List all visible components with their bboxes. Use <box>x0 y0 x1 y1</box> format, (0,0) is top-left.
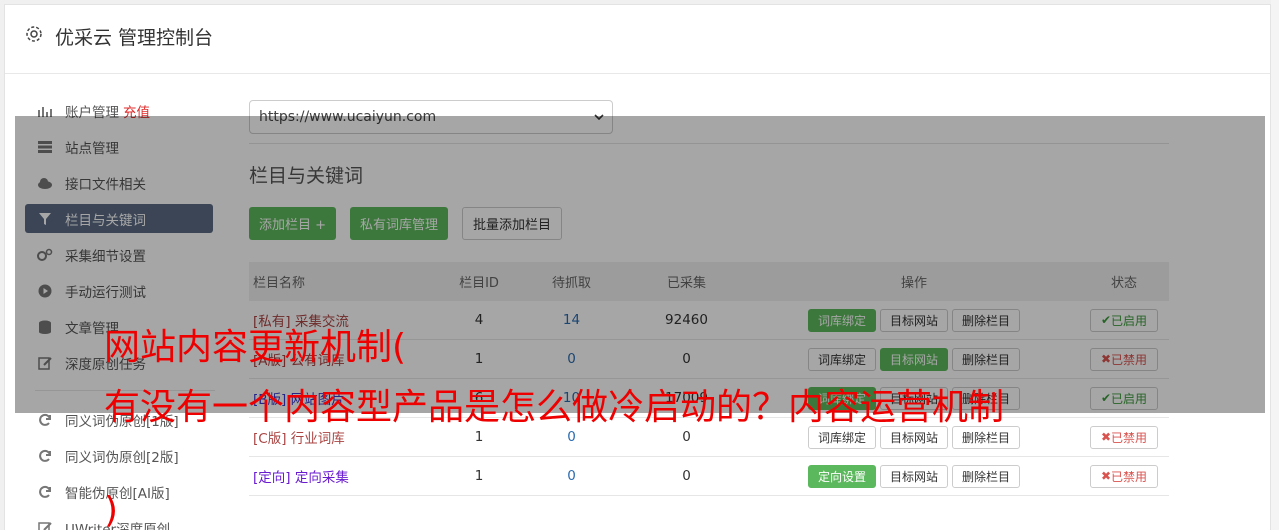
table-row: [定向] 定向采集 1 0 0 定向设置 目标网站 删除栏目 ✖ 已禁用 <box>249 457 1169 496</box>
row-actions: 定向设置 目标网站 删除栏目 <box>749 464 1079 488</box>
target-site-button[interactable]: 目标网站 <box>879 464 948 488</box>
refresh-icon <box>37 484 53 500</box>
overlay-title-line2: 有没有一个内容型产品是怎么做冷启动的？内容运营机制 <box>104 387 1005 428</box>
edit-icon <box>37 520 53 530</box>
column-tag: [C版] <box>253 431 287 447</box>
column-name-link[interactable]: 行业词库 <box>291 431 345 447</box>
column-id: 1 <box>474 429 484 445</box>
sidebar-item-uwriter[interactable]: UWriter深度原创 <box>25 510 215 530</box>
collected-count: 0 <box>682 429 691 445</box>
column-name-cell: [C版] 行业词库 <box>249 427 439 447</box>
sidebar-item-label: 同义词伪原创[2版] <box>65 450 179 466</box>
refresh-icon <box>37 448 53 464</box>
queue-count[interactable]: 0 <box>519 468 624 484</box>
column-name-cell: [定向] 定向采集 <box>249 466 439 486</box>
queue-count[interactable]: 0 <box>519 429 624 445</box>
status-label: 已禁用 <box>1111 430 1148 445</box>
status-disabled-button[interactable]: ✖ 已禁用 <box>1089 425 1159 449</box>
column-tag: [定向] <box>253 470 291 486</box>
header: 优采云 管理控制台 <box>5 5 1270 74</box>
status-cell: ✖ 已禁用 <box>1079 425 1169 449</box>
scrollbar[interactable] <box>1271 0 1279 530</box>
sidebar-item-synonym-v2[interactable]: 同义词伪原创[2版] <box>25 438 215 474</box>
delete-column-button[interactable]: 删除栏目 <box>952 464 1021 488</box>
close-icon: ✖ <box>1100 469 1112 483</box>
app-title: 优采云 管理控制台 <box>55 27 214 49</box>
column-name-link[interactable]: 定向采集 <box>295 470 349 486</box>
gear-icon <box>25 25 43 43</box>
column-id: 1 <box>474 468 484 484</box>
directed-settings-button[interactable]: 定向设置 <box>807 464 876 488</box>
status-cell: ✖ 已禁用 <box>1079 464 1169 488</box>
sidebar-item-ai-original[interactable]: 智能伪原创[AI版] <box>25 474 215 510</box>
overlay-title-line1: 网站内容更新机制( <box>104 327 407 368</box>
refresh-icon <box>37 412 53 428</box>
overlay-title-line3: ) <box>104 490 119 530</box>
close-icon: ✖ <box>1100 430 1112 444</box>
collected-count: 0 <box>682 468 691 484</box>
status-disabled-button[interactable]: ✖ 已禁用 <box>1089 464 1159 488</box>
status-label: 已禁用 <box>1111 469 1148 484</box>
